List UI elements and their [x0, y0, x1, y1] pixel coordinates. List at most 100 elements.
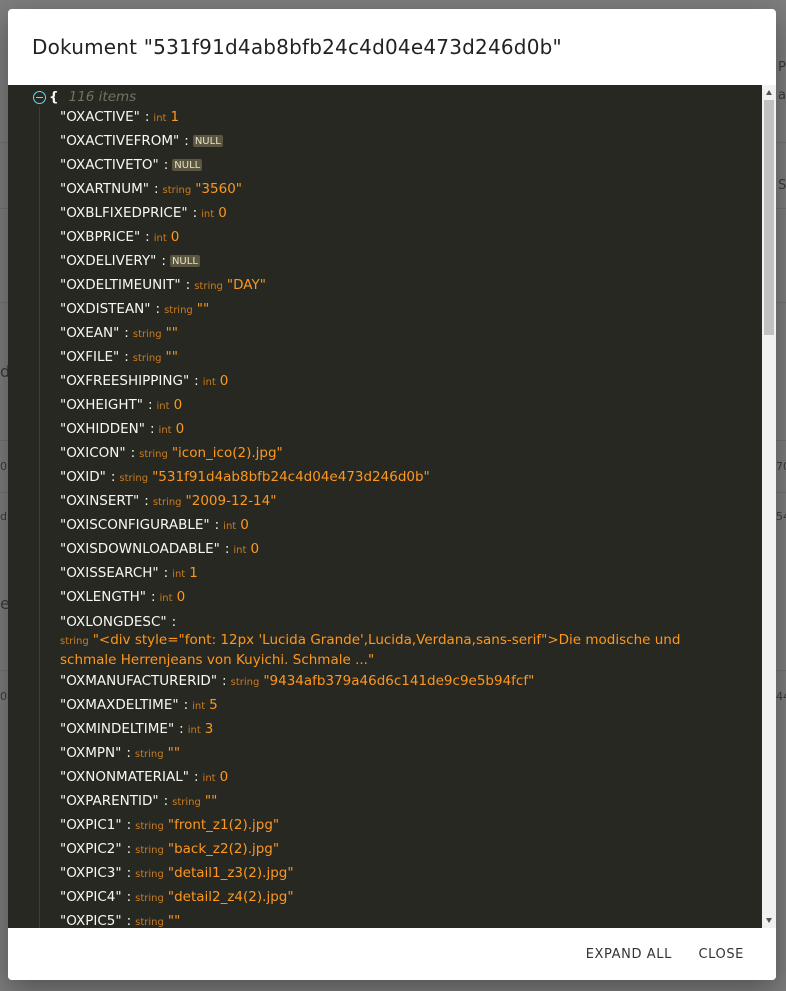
field-key: "OXISSEARCH": [60, 565, 159, 581]
field-type: string: [230, 677, 260, 688]
field-key: "OXPIC3": [60, 865, 122, 881]
field-key: "OXDELIVERY": [60, 253, 157, 269]
tree-row: "OXLENGTH": int 0: [60, 585, 185, 611]
field-separator: :: [144, 109, 150, 125]
field-type: string: [139, 449, 168, 460]
field-separator: :: [214, 517, 220, 533]
background-text-fragment: d: [0, 510, 7, 523]
vertical-scrollbar[interactable]: [762, 85, 776, 928]
field-type: string: [132, 353, 162, 364]
field-type: string: [135, 917, 164, 928]
field-value: "3560": [195, 181, 242, 197]
background-text-fragment: S: [778, 178, 786, 193]
field-type: string: [132, 329, 162, 340]
tree-row: "OXDELIVERY": NULL: [60, 249, 200, 275]
tree-row: "OXEAN": string "": [60, 321, 178, 347]
field-type: int: [233, 545, 247, 556]
tree-row: "OXMINDELTIME": int 3: [60, 717, 213, 743]
field-separator: :: [110, 469, 116, 485]
field-key: "OXPIC1": [60, 817, 122, 833]
field-value: "DAY": [226, 277, 266, 293]
field-type: int: [223, 521, 237, 532]
field-key: "OXPIC5": [60, 913, 122, 928]
tree-row: "OXARTNUM": string "3560": [60, 177, 242, 203]
tree-row: "OXINSERT": string "2009-12-14": [60, 489, 276, 515]
field-key: "OXACTIVETO": [60, 157, 159, 173]
expand-all-button[interactable]: EXPAND ALL: [578, 941, 680, 969]
background-text-fragment: 70: [776, 460, 786, 473]
scroll-thumb[interactable]: [764, 100, 774, 335]
field-value: 1: [189, 565, 198, 581]
field-key: "OXPIC4": [60, 889, 122, 905]
field-type: string: [135, 821, 164, 832]
field-separator: :: [126, 889, 132, 905]
field-separator: :: [224, 541, 230, 557]
tree-row: "OXICON": string "icon_ico(2).jpg": [60, 441, 283, 467]
null-badge: NULL: [172, 159, 203, 171]
field-separator: :: [126, 865, 132, 881]
tree-row: "OXISCONFIGURABLE": int 0: [60, 513, 249, 539]
tree-row: "OXMPN": string "": [60, 741, 180, 767]
field-value: 0: [176, 589, 186, 605]
field-type: int: [192, 701, 206, 712]
field-value: 0: [250, 541, 260, 557]
field-separator: :: [150, 589, 156, 605]
field-key: "OXNONMATERIAL": [60, 769, 189, 785]
field-value: "": [204, 793, 218, 809]
field-separator: :: [183, 697, 189, 713]
field-type: string: [135, 893, 164, 904]
field-value: 0: [240, 517, 249, 533]
indent-guide: [39, 107, 40, 928]
scroll-up-icon[interactable]: [766, 90, 772, 95]
close-button[interactable]: CLOSE: [690, 941, 752, 969]
field-separator: :: [153, 181, 159, 197]
tree-row: "OXACTIVE": int 1: [60, 105, 179, 131]
field-value: "": [165, 325, 178, 341]
scroll-down-icon[interactable]: [766, 918, 772, 923]
dialog-title: Dokument "531f91d4ab8bfb24c4d04e473d246d…: [32, 35, 562, 59]
field-separator: :: [124, 349, 129, 365]
field-value: "icon_ico(2).jpg": [171, 445, 283, 461]
collapse-icon[interactable]: [33, 90, 46, 104]
field-key: "OXFREESHIPPING": [60, 373, 190, 389]
field-separator: :: [126, 745, 131, 761]
field-type: string: [135, 845, 164, 856]
field-type: int: [158, 425, 172, 436]
field-type: string: [162, 185, 192, 196]
field-type: string: [164, 305, 193, 316]
document-dialog: Dokument "531f91d4ab8bfb24c4d04e473d246d…: [8, 9, 776, 980]
open-brace: {: [49, 89, 59, 105]
tree-row: "OXPIC3": string "detail1_z3(2).jpg": [60, 861, 294, 887]
field-value: "": [196, 301, 210, 317]
field-value: 0: [218, 205, 227, 221]
field-separator: :: [163, 793, 169, 809]
tree-row: "OXID": string "531f91d4ab8bfb24c4d04e473d…: [60, 465, 430, 491]
field-separator: :: [185, 277, 191, 293]
field-key: "OXLENGTH": [60, 589, 146, 605]
tree-row: "OXLONGDESC": string "<div style="font: 12…: [60, 613, 720, 669]
field-separator: :: [147, 397, 153, 413]
tree-row: "OXPIC1": string "front_z1(2).jpg": [60, 813, 279, 839]
field-type: int: [153, 233, 167, 244]
background-text-fragment: P: [778, 60, 786, 75]
field-key: "OXPIC2": [60, 841, 122, 857]
field-key: "OXISCONFIGURABLE": [60, 517, 210, 533]
field-type: int: [187, 725, 201, 736]
field-value: "2009-12-14": [185, 493, 277, 509]
field-separator: :: [194, 373, 199, 389]
field-separator: :: [144, 493, 149, 509]
field-key: "OXID": [60, 469, 106, 485]
field-value: 3: [204, 721, 214, 737]
field-separator: :: [179, 721, 184, 737]
field-value: "": [167, 745, 181, 761]
field-type: int: [202, 773, 216, 784]
tree-row: "OXHEIGHT": int 0: [60, 393, 182, 419]
field-key: "OXLONGDESC": [60, 614, 167, 630]
field-type: string: [194, 281, 223, 292]
field-value: 0: [173, 397, 183, 413]
field-separator: :: [192, 205, 198, 221]
json-viewer: { 116 items "OXACTIVE": int 1 "OXACTIVEFROM…: [8, 85, 776, 928]
background-text-fragment: 44: [776, 690, 786, 703]
null-badge: NULL: [169, 255, 200, 267]
field-type: int: [172, 569, 186, 580]
